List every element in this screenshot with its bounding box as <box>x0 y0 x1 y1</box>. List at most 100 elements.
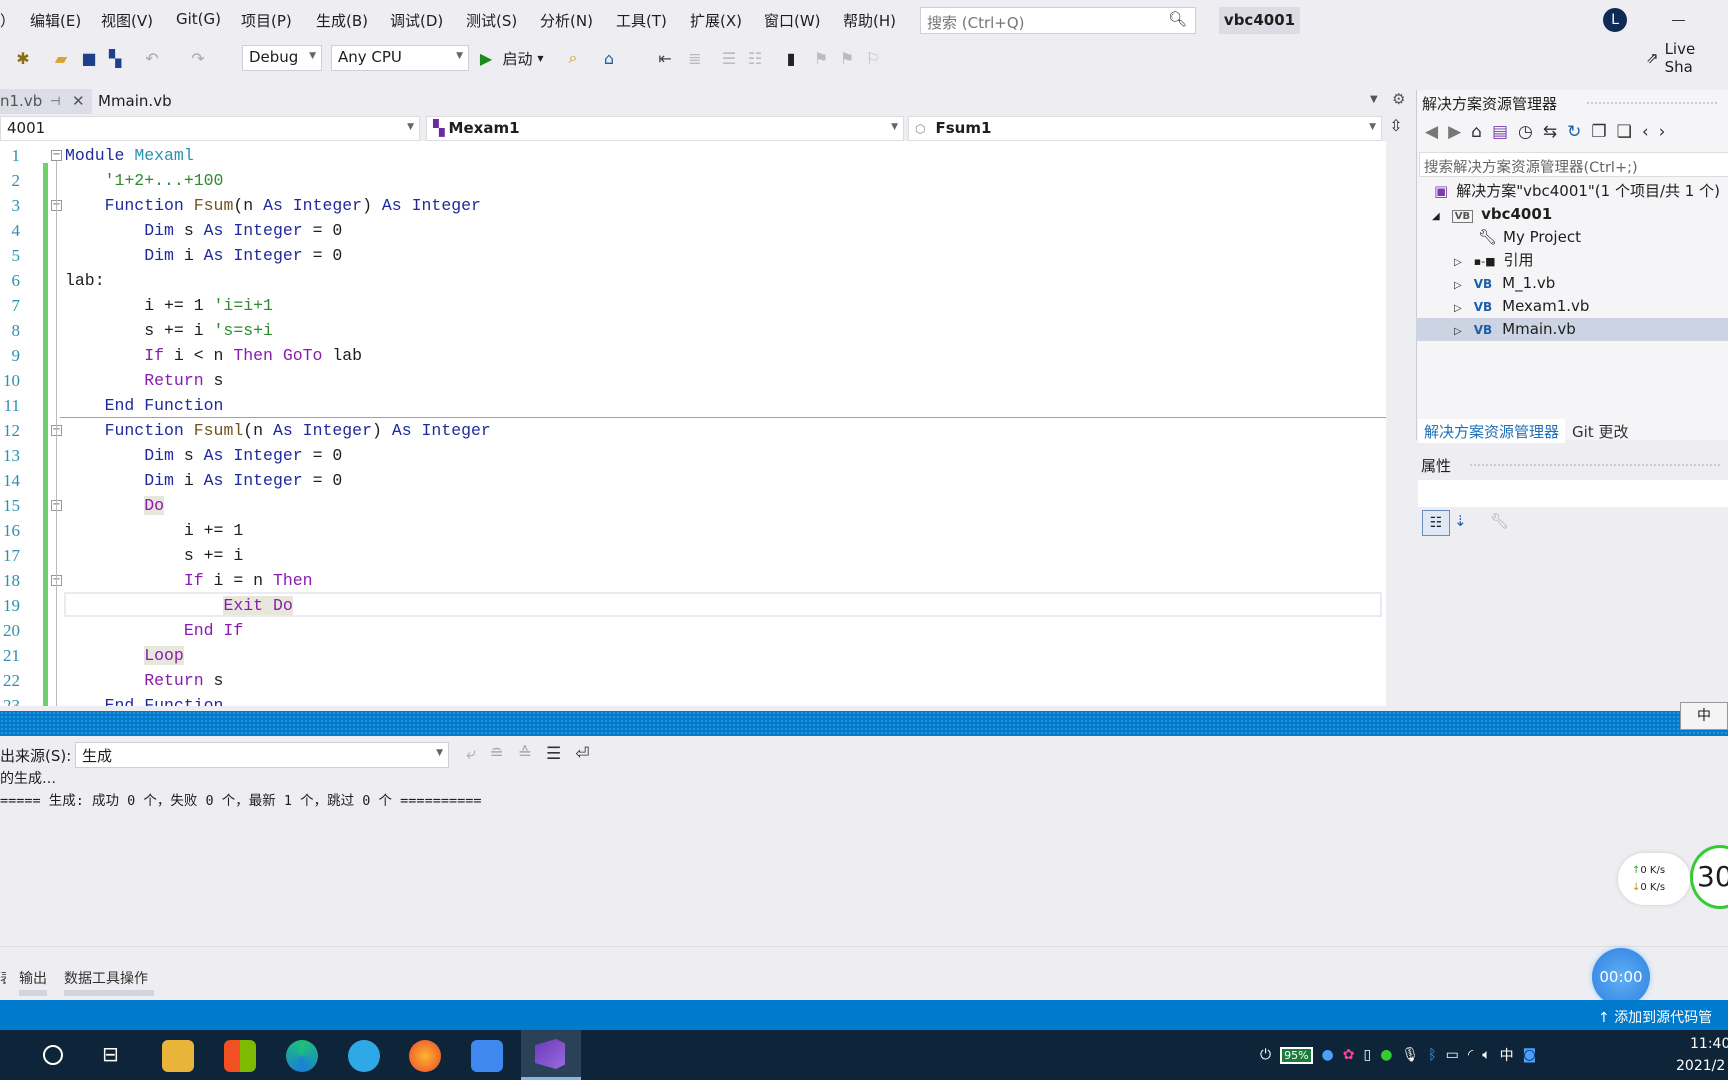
app-tray-icon[interactable]: ✿ <box>1343 1047 1355 1063</box>
tab-git-changes[interactable]: Git 更改 <box>1566 419 1634 443</box>
clear-all-icon[interactable]: ☰ <box>546 744 575 764</box>
bottom-tab-data-tools[interactable]: 数据工具操作 <box>64 968 154 996</box>
menu-git[interactable]: Git(G) <box>176 10 221 28</box>
refresh-icon[interactable]: ↻ <box>1567 122 1591 142</box>
ime-indicator[interactable]: 中 <box>1680 702 1728 730</box>
expand-icon[interactable]: ▷ <box>1454 257 1462 268</box>
code-line[interactable]: Exit Do <box>65 593 293 618</box>
code-line[interactable]: i += 1 <box>65 518 243 543</box>
menu-build[interactable]: 生成(B) <box>316 10 368 31</box>
save-icon[interactable]: ■ <box>78 44 100 72</box>
start-button[interactable]: 启动 ▼ <box>498 44 548 72</box>
code-line[interactable]: Do <box>65 493 165 518</box>
project-dropdown[interactable]: 4001 ▼ <box>0 116 420 141</box>
code-line[interactable]: Dim s As Integer = 0 <box>65 218 342 243</box>
menu-analyze[interactable]: 分析(N) <box>540 10 593 31</box>
tab-list-dropdown[interactable]: ▼ <box>1370 94 1378 105</box>
next-bookmark-icon[interactable]: ⚑ <box>836 44 858 72</box>
menu-file[interactable]: ） <box>0 10 15 31</box>
edge-icon[interactable] <box>286 1040 318 1072</box>
tree-item-m1[interactable]: ▷ VB M_1.vb <box>1416 272 1728 295</box>
find-in-files-icon[interactable]: ⌕ <box>562 44 584 72</box>
code-line[interactable]: Return s <box>65 368 223 393</box>
bottom-tab-list[interactable]: 表 <box>0 968 6 988</box>
sync-icon[interactable]: ⇆ <box>1543 122 1567 142</box>
tree-item-mexam1[interactable]: ▷ VB Mexam1.vb <box>1416 295 1728 318</box>
microphone-icon[interactable]: 🎙︎ <box>1401 1047 1419 1063</box>
code-line[interactable]: Loop <box>65 643 184 668</box>
comment-icon[interactable]: ☰ <box>718 44 740 72</box>
step-icon[interactable]: ⇤ <box>654 44 676 72</box>
format-icon[interactable]: ≣ <box>684 44 706 72</box>
search-box[interactable]: 搜索 (Ctrl+Q) 🔍︎ <box>920 7 1196 34</box>
live-share-button[interactable]: ⇗ Live Sha <box>1646 40 1728 76</box>
display-icon[interactable]: ▭ <box>1446 1047 1459 1063</box>
menu-project[interactable]: 项目(P) <box>241 10 292 31</box>
tree-item-mmain[interactable]: ▷ VB Mmain.vb <box>1416 318 1728 341</box>
save-all-icon[interactable]: ▚ <box>104 44 126 72</box>
app-tray-icon[interactable]: ● <box>1322 1047 1334 1063</box>
code-line[interactable]: If i = n Then <box>65 568 313 593</box>
volume-icon[interactable]: 🔈︎ <box>1482 1047 1490 1063</box>
collapse-all-icon[interactable]: ❐ <box>1591 122 1616 142</box>
se-search-input[interactable]: 搜索解决方案资源管理器(Ctrl+;) <box>1419 152 1728 177</box>
switch-view-icon[interactable]: ▤ <box>1492 122 1518 142</box>
code-line[interactable]: Return s <box>65 668 223 693</box>
tab-mexam1[interactable]: n1.vb ⊣ ✕ <box>0 89 92 114</box>
expand-icon[interactable]: ▷ <box>1454 326 1462 337</box>
store-icon[interactable] <box>224 1040 256 1072</box>
input-method-indicator[interactable]: 中 <box>1500 1045 1514 1065</box>
battery-indicator[interactable]: 95% <box>1280 1046 1313 1064</box>
cpu-usage-widget[interactable]: 30 <box>1690 845 1728 909</box>
history-icon[interactable]: ◷ <box>1518 122 1543 142</box>
class-dropdown[interactable]: ▚ Mexam1 ▼ <box>426 116 904 141</box>
open-folder-icon[interactable]: ▰ <box>50 44 72 72</box>
code-line[interactable]: s += i 's=s+i <box>65 318 273 343</box>
forward-icon[interactable]: ▶ <box>1448 122 1471 142</box>
close-icon[interactable]: ✕ <box>72 89 85 114</box>
prev-bookmark-icon[interactable]: ⚑ <box>810 44 832 72</box>
tree-solution[interactable]: ▣ 解决方案"vbc4001"(1 个项目/共 1 个) <box>1416 180 1728 203</box>
code-line[interactable]: Dim s As Integer = 0 <box>65 443 342 468</box>
tree-item-references[interactable]: ▷ ▪-■ 引用 <box>1416 249 1728 272</box>
redo-icon[interactable]: ↷ <box>186 44 210 72</box>
menu-extensions[interactable]: 扩展(X) <box>690 10 742 31</box>
avatar[interactable]: L <box>1603 8 1627 32</box>
menu-tools[interactable]: 工具(T) <box>616 10 667 31</box>
clock[interactable]: 11:40 2021/2 <box>1676 1033 1728 1077</box>
code-line[interactable]: s += i <box>65 543 243 568</box>
cortana-icon[interactable] <box>43 1045 63 1065</box>
configuration-dropdown[interactable]: Debug ▼ <box>242 45 322 71</box>
wifi-icon[interactable]: ◜ <box>1468 1047 1473 1063</box>
platform-dropdown[interactable]: Any CPU ▼ <box>331 45 469 71</box>
timer-widget[interactable]: 00:00 <box>1592 948 1650 1006</box>
tab-solution-explorer[interactable]: 解决方案资源管理器 <box>1418 419 1566 443</box>
firefox-icon[interactable] <box>409 1040 441 1072</box>
clear-bookmark-icon[interactable]: ⚐ <box>862 44 884 72</box>
code-line[interactable]: Dim i As Integer = 0 <box>65 243 342 268</box>
qq-icon[interactable]: ◙ <box>1523 1047 1537 1063</box>
output-source-dropdown[interactable]: 生成 ▼ <box>75 742 449 768</box>
search-input[interactable]: 搜索 (Ctrl+Q) <box>927 12 1025 33</box>
home-icon[interactable]: ⌂ <box>1471 122 1492 142</box>
wechat-icon[interactable]: ● <box>1380 1047 1392 1063</box>
code-line[interactable]: lab: <box>65 268 105 293</box>
expand-icon[interactable]: ▷ <box>1454 280 1462 291</box>
pin-icon[interactable]: ⊣ <box>50 89 60 114</box>
code-line[interactable]: '1+2+...+100 <box>65 168 224 193</box>
code-editor[interactable]: − − − − − 1Module Mexaml2 '1+2+...+1003 … <box>0 141 1386 706</box>
next-message-icon[interactable]: ≙ <box>518 744 546 764</box>
code-line[interactable]: Function Fsum(n As Integer) As Integer <box>65 193 481 218</box>
tree-project[interactable]: ◢ VB vbc4001 <box>1416 203 1728 226</box>
bookmark-icon[interactable]: ▮ <box>780 44 802 72</box>
gear-icon[interactable]: ⚙ <box>1392 90 1405 108</box>
alphabetical-icon[interactable]: ⇣ <box>1454 512 1467 530</box>
menu-edit[interactable]: 编辑(E) <box>30 10 81 31</box>
menu-window[interactable]: 窗口(W) <box>764 10 821 31</box>
code-line[interactable]: End Function <box>65 393 224 418</box>
menu-test[interactable]: 测试(S) <box>466 10 517 31</box>
undo-icon[interactable]: ↶ <box>140 44 164 72</box>
collapse-icon[interactable]: − <box>51 150 62 161</box>
bottom-tab-output[interactable]: 输出 <box>19 968 47 996</box>
feishu-icon[interactable] <box>471 1040 503 1072</box>
